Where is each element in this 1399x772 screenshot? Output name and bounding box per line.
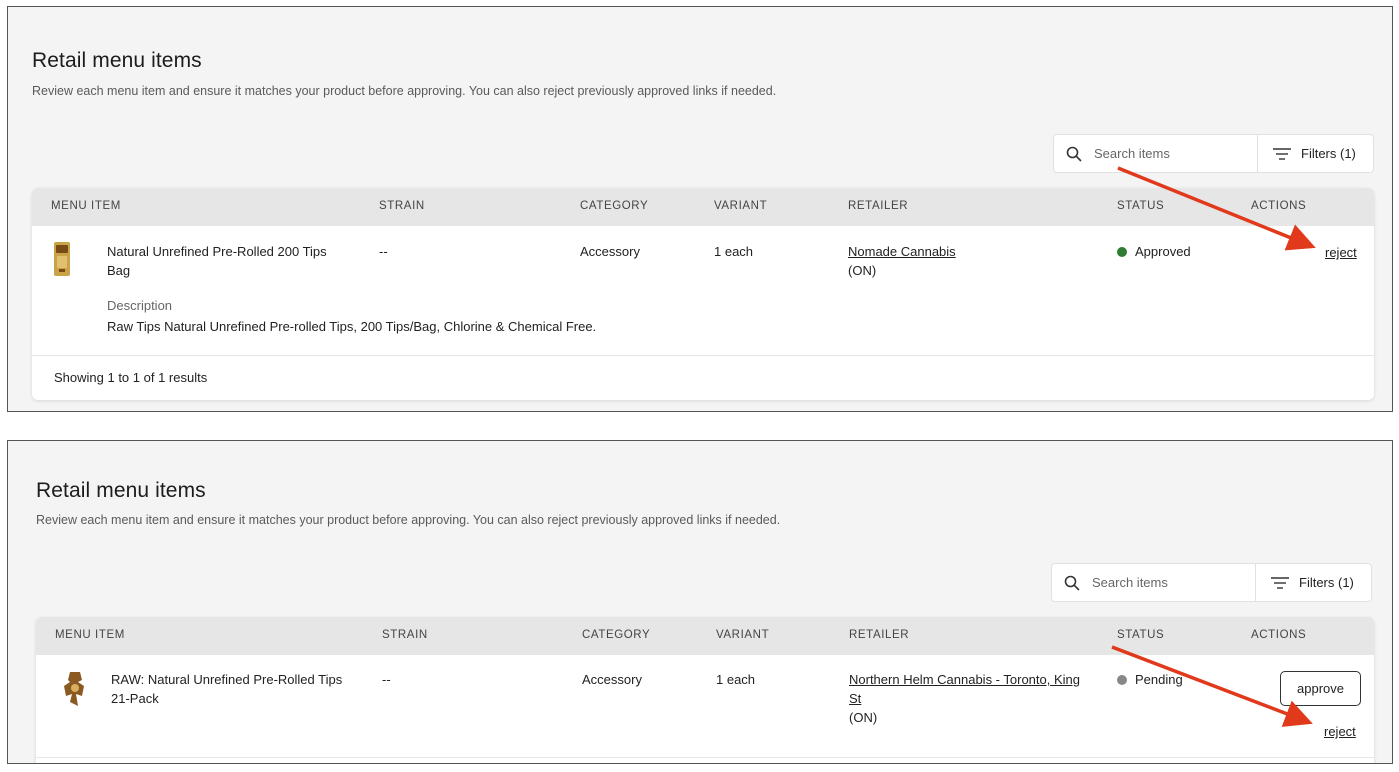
column-header-actions: ACTIONS xyxy=(1251,629,1307,641)
pagination-summary: Showing 1 to 1 of 1 results xyxy=(54,370,208,385)
approve-button[interactable]: approve xyxy=(1280,671,1361,706)
retailer-province: (ON) xyxy=(848,263,877,278)
column-header-retailer: RETAILER xyxy=(849,629,910,641)
search-and-filter-bar: Filters (1) xyxy=(1053,134,1374,173)
retailer-cell: Nomade Cannabis (ON) xyxy=(848,242,1088,280)
search-divider xyxy=(1255,564,1256,601)
column-header-actions: ACTIONS xyxy=(1251,200,1307,212)
strain-value: -- xyxy=(382,672,391,687)
column-header-strain: STRAIN xyxy=(379,200,425,212)
status-label: Pending xyxy=(1135,672,1183,687)
variant-value: 1 each xyxy=(716,672,756,687)
category-value: Accessory xyxy=(580,244,640,259)
column-header-category: CATEGORY xyxy=(582,629,651,641)
status-label: Approved xyxy=(1135,244,1191,259)
column-header-category: CATEGORY xyxy=(580,200,649,212)
row-divider xyxy=(32,355,1374,356)
filter-icon xyxy=(1273,147,1291,160)
column-header-menu-item: MENU ITEM xyxy=(55,629,125,641)
status-badge: Approved xyxy=(1117,242,1191,261)
product-thumbnail xyxy=(54,242,70,276)
search-divider xyxy=(1257,135,1258,172)
reject-link[interactable]: reject xyxy=(1325,245,1357,260)
variant-value: 1 each xyxy=(714,244,754,259)
reject-link[interactable]: reject xyxy=(1324,724,1356,739)
column-header-variant: VARIANT xyxy=(716,629,770,641)
column-header-variant: VARIANT xyxy=(714,200,768,212)
filters-label: Filters (1) xyxy=(1301,146,1356,161)
page-title: Retail menu items xyxy=(32,49,202,72)
retail-menu-panel-approved: Retail menu items Review each menu item … xyxy=(7,6,1393,412)
category-value: Accessory xyxy=(582,672,642,687)
filters-label: Filters (1) xyxy=(1299,575,1354,590)
search-and-filter-bar: Filters (1) xyxy=(1051,563,1372,602)
table-header: MENU ITEM STRAIN CATEGORY VARIANT RETAIL… xyxy=(32,188,1374,226)
menu-items-table: MENU ITEM STRAIN CATEGORY VARIANT RETAIL… xyxy=(36,617,1374,763)
column-header-status: STATUS xyxy=(1117,200,1165,212)
menu-item-name: Natural Unrefined Pre-Rolled 200 Tips Ba… xyxy=(107,244,327,278)
filter-icon xyxy=(1271,576,1289,589)
description-text: Raw Tips Natural Unrefined Pre-rolled Ti… xyxy=(107,319,597,334)
status-approved-dot xyxy=(1117,247,1127,257)
page-title: Retail menu items xyxy=(36,479,206,502)
column-header-status: STATUS xyxy=(1117,629,1165,641)
search-input[interactable] xyxy=(1092,575,1242,590)
status-pending-dot xyxy=(1117,675,1127,685)
retailer-link[interactable]: Northern Helm Cannabis - Toronto, King S… xyxy=(849,672,1080,706)
filters-button[interactable]: Filters (1) xyxy=(1271,564,1354,601)
row-divider xyxy=(36,757,1374,758)
status-badge: Pending xyxy=(1117,670,1183,689)
filters-button[interactable]: Filters (1) xyxy=(1273,135,1356,172)
retailer-cell: Northern Helm Cannabis - Toronto, King S… xyxy=(849,670,1089,727)
retailer-link[interactable]: Nomade Cannabis xyxy=(848,244,956,259)
menu-item-name: RAW: Natural Unrefined Pre-Rolled Tips 2… xyxy=(111,672,343,706)
column-header-retailer: RETAILER xyxy=(848,200,909,212)
search-icon xyxy=(1064,575,1080,590)
product-thumbnail xyxy=(64,672,84,706)
description-label: Description xyxy=(107,298,173,313)
column-header-strain: STRAIN xyxy=(382,629,428,641)
page-subtitle: Review each menu item and ensure it matc… xyxy=(36,513,781,527)
search-input[interactable] xyxy=(1094,146,1244,161)
retailer-province: (ON) xyxy=(849,710,878,725)
column-header-menu-item: MENU ITEM xyxy=(51,200,121,212)
retail-menu-panel-pending: Retail menu items Review each menu item … xyxy=(7,440,1393,764)
search-icon xyxy=(1066,146,1082,161)
strain-value: -- xyxy=(379,244,388,259)
page-subtitle: Review each menu item and ensure it matc… xyxy=(32,84,777,98)
menu-items-table: MENU ITEM STRAIN CATEGORY VARIANT RETAIL… xyxy=(32,188,1374,400)
table-header: MENU ITEM STRAIN CATEGORY VARIANT RETAIL… xyxy=(36,617,1374,655)
